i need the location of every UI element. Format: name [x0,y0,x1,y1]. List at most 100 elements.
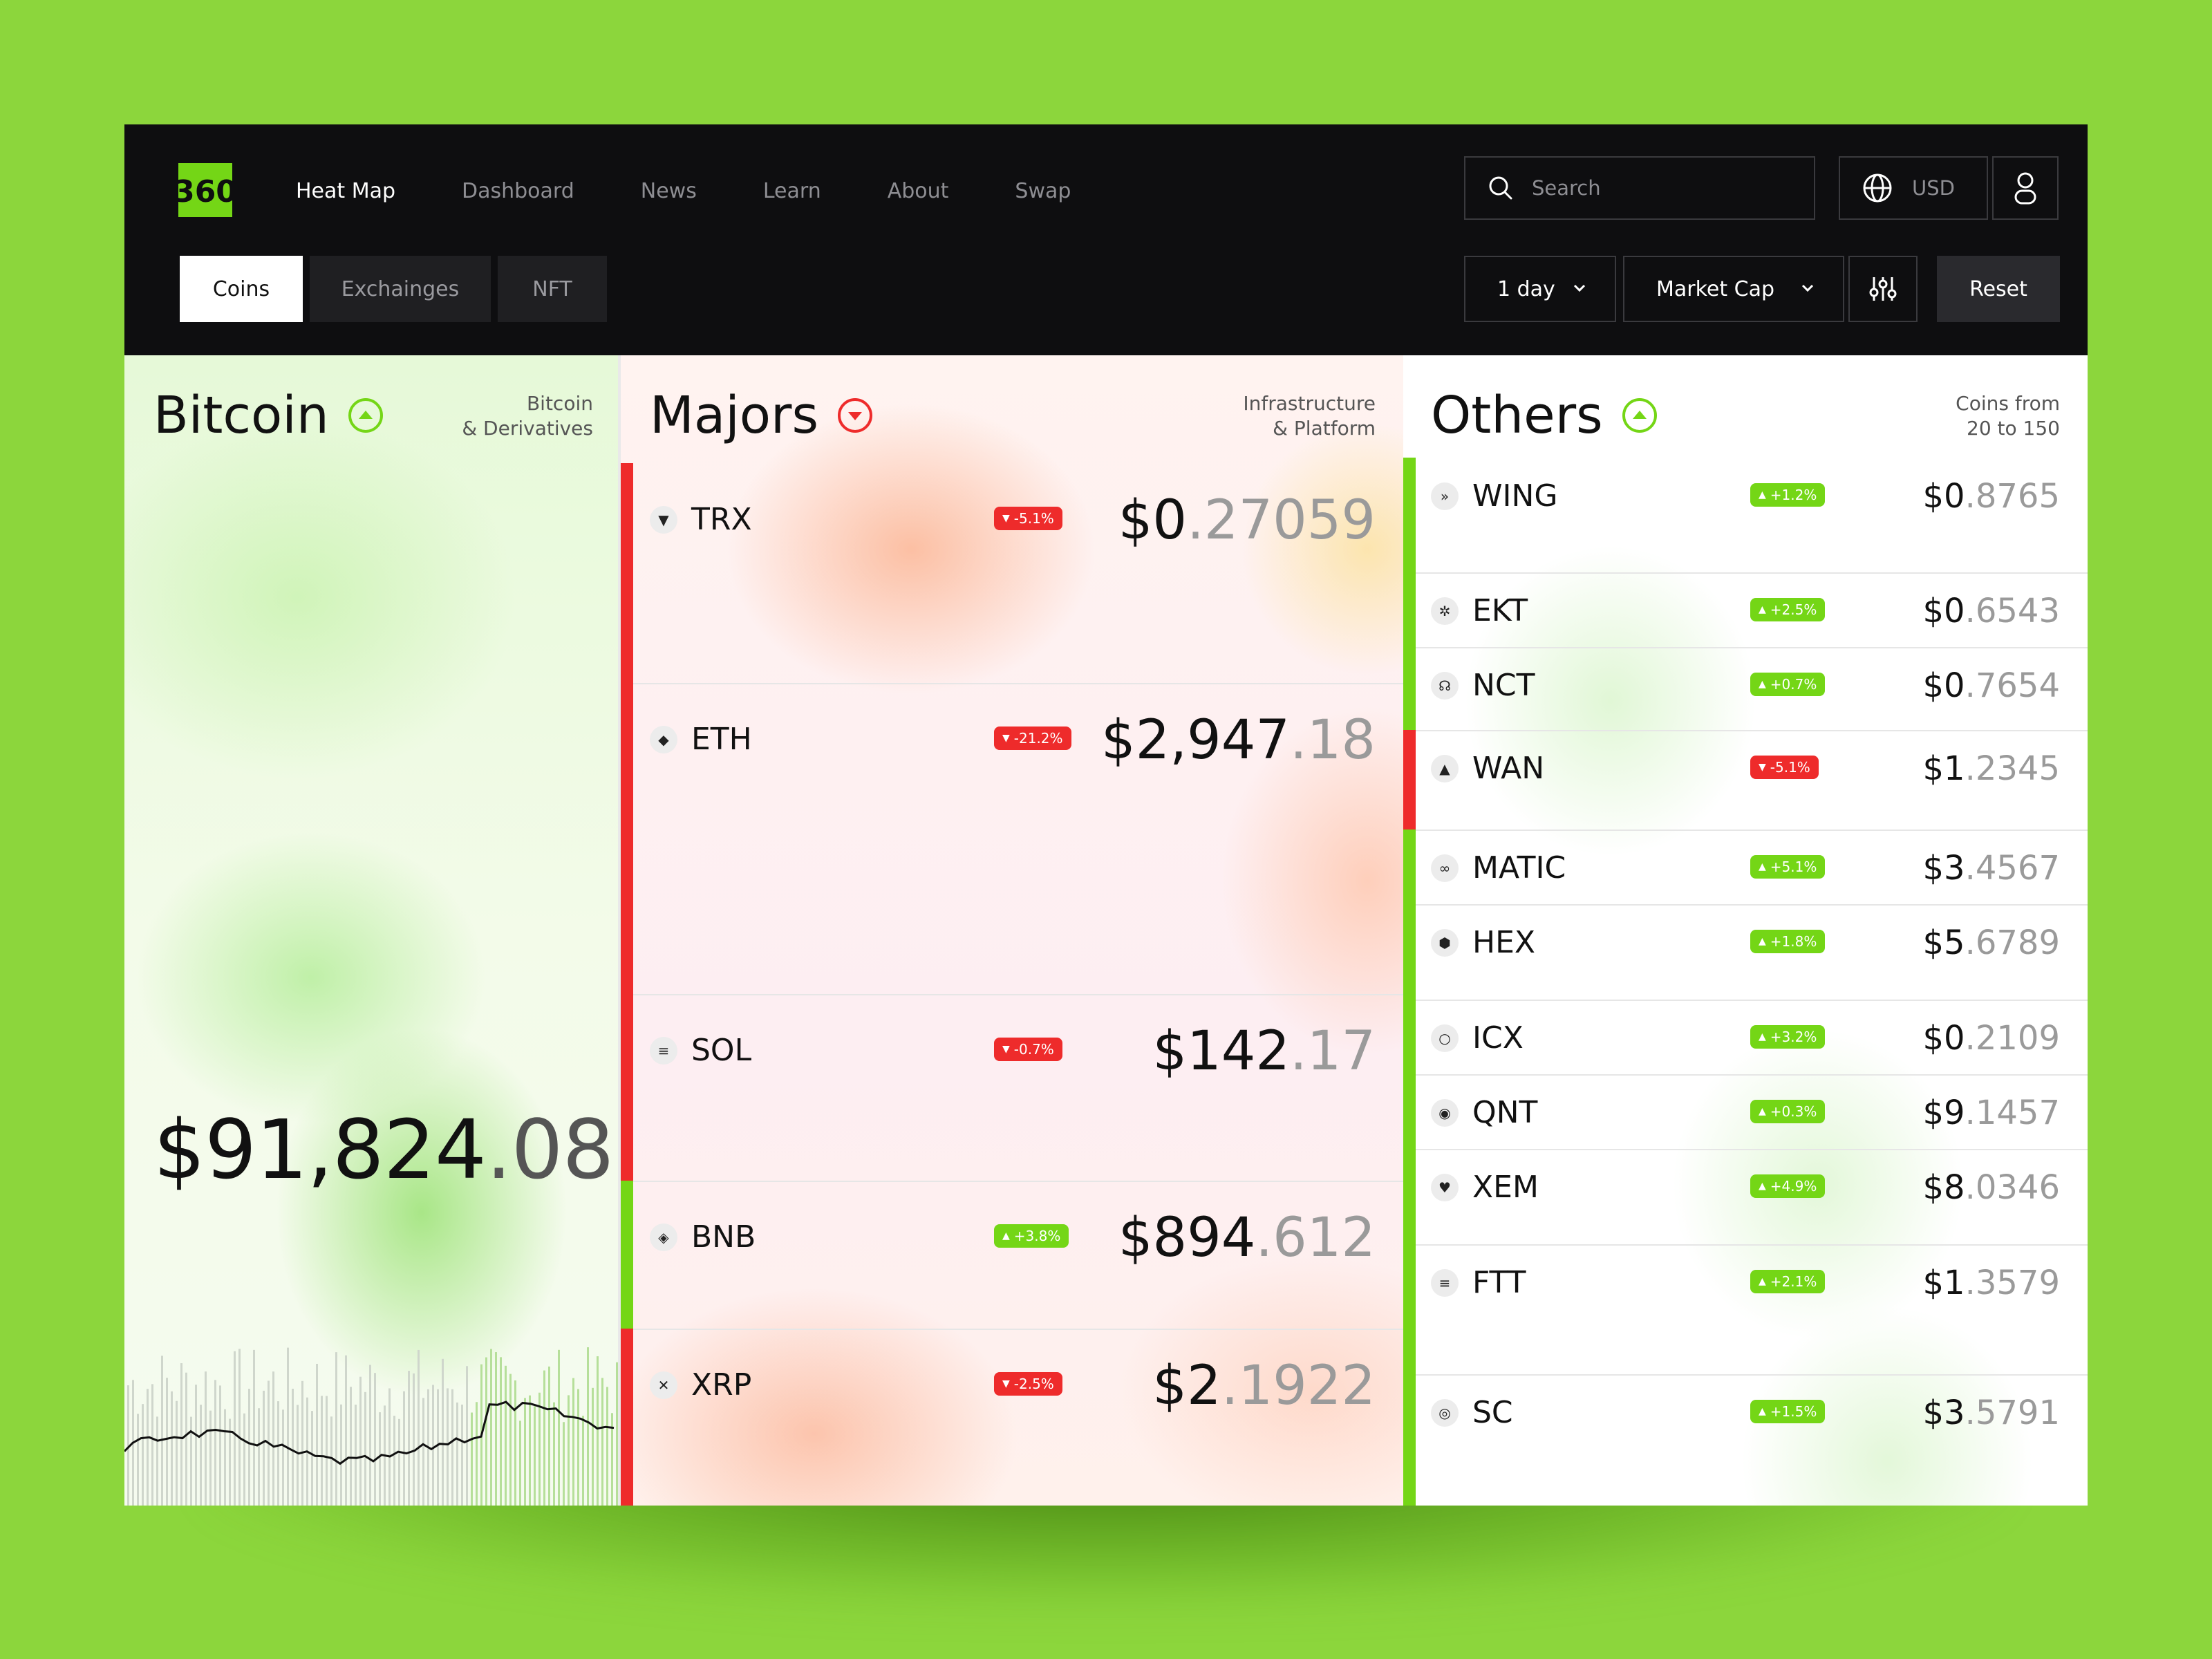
volume-bar [388,1388,391,1506]
coin-row-qnt[interactable]: ◉ QNT ▲ +0.3% $9.1457 [1403,1074,2088,1149]
nav-item-dashboard[interactable]: Dashboard [462,179,574,203]
coin-price-dec: .2109 [1965,1019,2060,1058]
change-value: +1.2% [1770,487,1817,503]
coin-symbol-text: NCT [1472,668,1535,703]
coin-price-dec: .0346 [1965,1168,2060,1207]
filter-settings-button[interactable] [1848,256,1918,322]
metric-value: Market Cap [1656,276,1775,301]
coin-price: $8.0346 [1923,1168,2061,1207]
volume-bar [234,1351,236,1506]
change-badge: ▼ -21.2% [994,727,1071,750]
coin-row-nct[interactable]: ☊ NCT ▲ +0.7% $0.7654 [1403,647,2088,730]
volume-bar [224,1409,226,1506]
trend-color-bar [621,463,633,683]
volume-bar [601,1378,603,1506]
coin-row-xem[interactable]: ♥ XEM ▲ +4.9% $8.0346 [1403,1149,2088,1244]
trend-color-bar [1403,572,1416,647]
coin-price-int: $2,947 [1101,709,1290,771]
change-value: -5.1% [1013,510,1054,527]
tab-exchainges[interactable]: Exchainges [310,256,491,322]
majors-column: Majors Infrastructure & Platform ▼ TRX ▼ -5… [621,355,1403,1506]
volume-bar [379,1412,381,1506]
coin-row-icx[interactable]: ○ ICX ▲ +3.2% $0.2109 [1403,1000,2088,1074]
coin-price: $1.2345 [1923,749,2061,788]
nav-item-swap[interactable]: Swap [1015,179,1071,203]
bitcoin-subtitle: Bitcoin & Derivatives [462,392,593,440]
coin-row-wing[interactable]: » WING ▲ +1.2% $0.8765 [1403,458,2088,572]
coin-row-ekt[interactable]: ✲ EKT ▲ +2.5% $0.6543 [1403,572,2088,647]
coin-price: $3.5791 [1923,1394,2061,1432]
search-input[interactable] [1530,176,1768,200]
trend-color-bar [1403,458,1416,572]
triangle-up-icon: ▲ [1759,489,1766,500]
volume-bar [553,1402,555,1506]
logo[interactable]: 360 [174,163,237,217]
volume-bar [432,1385,434,1506]
column-divider [618,355,621,1506]
coin-price-dec: .2345 [1965,749,2060,788]
coin-row-ftt[interactable]: ≡ FTT ▲ +2.1% $1.3579 [1403,1244,2088,1374]
volume-bar [369,1365,371,1506]
tab-coins[interactable]: Coins [180,256,303,322]
period-dropdown[interactable]: 1 day [1464,256,1616,322]
change-value: +0.7% [1770,676,1817,693]
coin-row-eth[interactable]: ◆ ETH ▼ -21.2% $2,947.18 [621,683,1403,994]
coin-price-int: $2 [1152,1355,1221,1417]
trend-color-bar [621,1181,633,1329]
search-box[interactable] [1464,156,1815,220]
coin-symbol-text: WAN [1472,751,1545,786]
coin-row-matic[interactable]: ∞ MATIC ▲ +5.1% $3.4567 [1403,830,2088,904]
volume-bar [456,1402,458,1506]
coin-symbol: ⬢ HEX [1431,925,1535,960]
nav-item-about[interactable]: About [888,179,949,203]
tab-nft[interactable]: NFT [498,256,607,322]
hex-icon: ⬢ [1431,928,1459,957]
volume-bar [311,1411,313,1506]
triangle-down-icon: ▼ [1002,1378,1010,1389]
change-badge: ▲ +5.1% [1750,855,1826,879]
coin-symbol-text: ETH [691,722,752,757]
bitcoin-price: $91,824.08 [153,1102,615,1197]
volume-bar [277,1401,279,1506]
coin-row-xrp[interactable]: ✕ XRP ▼ -2.5% $2.1922 [621,1329,1403,1506]
volume-bar [418,1349,420,1506]
coin-row-trx[interactable]: ▼ TRX ▼ -5.1% $0.27059 [621,463,1403,683]
coin-row-sc[interactable]: ◎ SC ▲ +1.5% $3.5791 [1403,1374,2088,1506]
coin-price: $0.7654 [1923,666,2061,705]
volume-bar [219,1385,221,1506]
volume-bar [524,1398,526,1506]
coin-price-dec: .3579 [1965,1264,2060,1302]
change-value: +3.8% [1013,1228,1061,1244]
nav-item-heat-map[interactable]: Heat Map [296,179,395,203]
coin-symbol-text: EKT [1472,593,1528,628]
chevron-down-icon [1801,284,1814,292]
volume-bar [534,1406,536,1506]
nav-item-learn[interactable]: Learn [763,179,821,203]
volume-bar [263,1390,265,1506]
trend-color-bar [1403,1244,1416,1374]
matic-icon: ∞ [1431,854,1459,882]
bitcoin-column[interactable]: Bitcoin Bitcoin & Derivatives $91,824.08 [124,355,621,1506]
volume-bar [403,1391,405,1506]
volume-bars [127,1347,618,1506]
triangle-up-icon: ▲ [1759,679,1766,690]
majors-title-text: Majors [650,386,819,445]
currency-selector[interactable]: USD [1839,156,1988,220]
coin-row-hex[interactable]: ⬢ HEX ▲ +1.8% $5.6789 [1403,904,2088,1000]
triangle-up-icon: ▲ [1759,1181,1766,1192]
change-value: -21.2% [1013,730,1063,747]
metric-dropdown[interactable]: Market Cap [1623,256,1844,322]
nav-item-news[interactable]: News [641,179,697,203]
account-button[interactable] [1992,156,2059,220]
coin-symbol: ◈ BNB [650,1219,756,1255]
coin-symbol-text: XRP [691,1367,752,1403]
coin-row-bnb[interactable]: ◈ BNB ▲ +3.8% $894.612 [621,1181,1403,1329]
coin-row-wan[interactable]: ▲ WAN ▼ -5.1% $1.2345 [1403,730,2088,830]
change-badge: ▼ -5.1% [1750,756,1819,779]
main-nav: Heat Map Dashboard News Learn About Swap [296,167,1137,214]
coin-row-sol[interactable]: ≡ SOL ▼ -0.7% $142.17 [621,994,1403,1181]
volume-bar [248,1389,250,1506]
coin-symbol-text: SC [1472,1395,1513,1430]
volume-bar [359,1376,362,1506]
reset-button[interactable]: Reset [1937,256,2060,322]
